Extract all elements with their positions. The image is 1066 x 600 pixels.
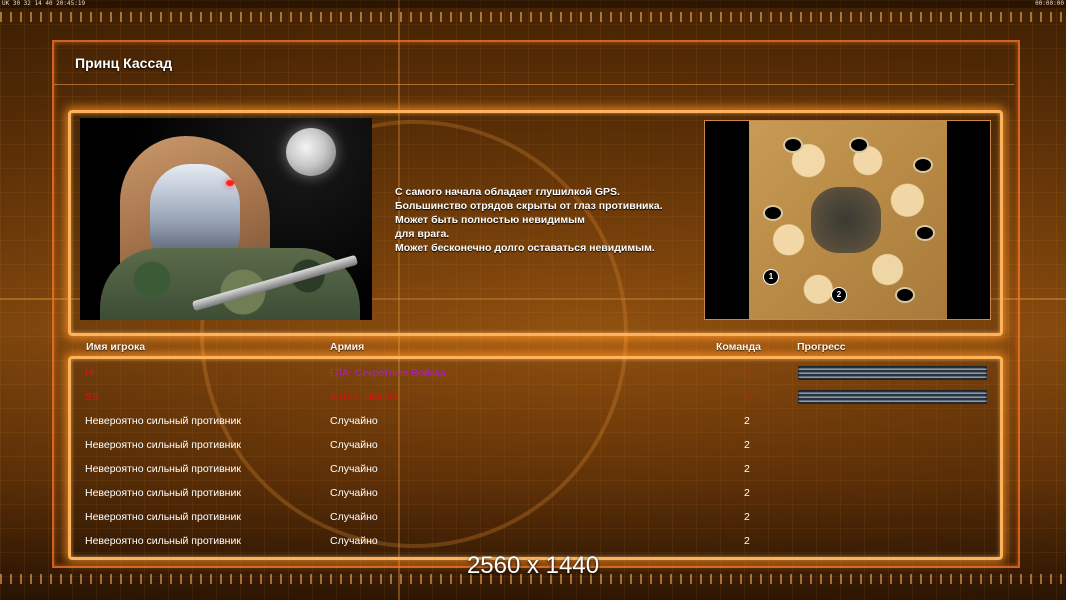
minimap-supply-icon <box>849 137 869 153</box>
header-army: Армия <box>330 341 365 353</box>
player-army: Случайно <box>330 487 378 499</box>
moon-image <box>286 128 336 176</box>
status-bar: UK 30 32 14 40 20:45:19 00:00:00 <box>0 0 1066 8</box>
player-row: Невероятно сильный противник Случайно 2 <box>0 457 1066 481</box>
minimap-terrain: 1 2 <box>749 121 947 319</box>
player-army: Случайно <box>330 463 378 475</box>
player-name: Hi <box>85 367 95 379</box>
minimap-supply-icon <box>913 157 933 173</box>
player-row: SS Китай: Пехота 1 <box>0 385 1066 409</box>
loading-progress-bar <box>798 366 987 380</box>
player-name: Невероятно сильный противник <box>85 511 241 523</box>
player-name: Невероятно сильный противник <box>85 463 241 475</box>
player-team: 2 <box>744 487 750 499</box>
player-name: SS <box>85 391 100 403</box>
player-army: Случайно <box>330 415 378 427</box>
general-description: С самого начала обладает глушилкой GPS. … <box>395 185 695 255</box>
player-name: Невероятно сильный противник <box>85 415 241 427</box>
minimap-preview: 1 2 <box>704 120 991 320</box>
player-row: Невероятно сильный противник Случайно 2 <box>0 481 1066 505</box>
player-army: Случайно <box>330 511 378 523</box>
top-tick-ruler <box>0 12 1066 22</box>
portrait-red-eye <box>226 180 234 186</box>
resolution-label: 2560 x 1440 <box>466 552 600 579</box>
player-team: 2 <box>744 511 750 523</box>
player-team: 2 <box>744 439 750 451</box>
player-team: 1 <box>744 367 750 379</box>
minimap-supply-icon <box>895 287 915 303</box>
player-army: Случайно <box>330 439 378 451</box>
minimap-supply-icon <box>915 225 935 241</box>
description-line: для врага. <box>395 228 450 240</box>
player-team: 2 <box>744 463 750 475</box>
status-bar-left: UK 30 32 14 40 20:45:19 <box>2 0 86 7</box>
status-bar-clock: 00:00:00 <box>1035 0 1064 7</box>
minimap-start-position: 2 <box>831 287 847 303</box>
description-line: Может бесконечно долго оставаться невиди… <box>395 242 655 254</box>
minimap-center-base <box>811 187 881 253</box>
minimap-start-position: 1 <box>763 269 779 285</box>
minimap-supply-icon <box>783 137 803 153</box>
player-name: Невероятно сильный противник <box>85 487 241 499</box>
description-line: С самого начала обладает глушилкой GPS. <box>395 186 620 198</box>
description-line: Может быть полностью невидимым <box>395 214 585 226</box>
header-progress: Прогресс <box>797 341 846 353</box>
general-portrait <box>80 118 372 320</box>
minimap-supply-icon <box>763 205 783 221</box>
description-line: Большинство отрядов скрыты от глаз проти… <box>395 200 663 212</box>
player-army: Случайно <box>330 535 378 547</box>
player-row: Невероятно сильный противник Случайно 2 <box>0 433 1066 457</box>
title-divider <box>54 84 1014 85</box>
player-army: Китай: Пехота <box>330 391 399 403</box>
player-row: Hi ГЛА: Секретные Войска 1 <box>0 361 1066 385</box>
player-name: Невероятно сильный противник <box>85 535 241 547</box>
player-row: Невероятно сильный противник Случайно 2 <box>0 529 1066 553</box>
loading-progress-bar <box>798 390 987 404</box>
general-title: Принц Кассад <box>75 55 173 71</box>
header-player-name: Имя игрока <box>86 341 146 353</box>
header-team: Команда <box>716 341 761 353</box>
player-team: 1 <box>744 391 750 403</box>
player-row: Невероятно сильный противник Случайно 2 <box>0 409 1066 433</box>
player-row: Невероятно сильный противник Случайно 2 <box>0 505 1066 529</box>
player-team: 2 <box>744 415 750 427</box>
player-army: ГЛА: Секретные Войска <box>330 367 446 379</box>
player-team: 2 <box>744 535 750 547</box>
player-name: Невероятно сильный противник <box>85 439 241 451</box>
portrait-camo-body <box>100 248 360 320</box>
